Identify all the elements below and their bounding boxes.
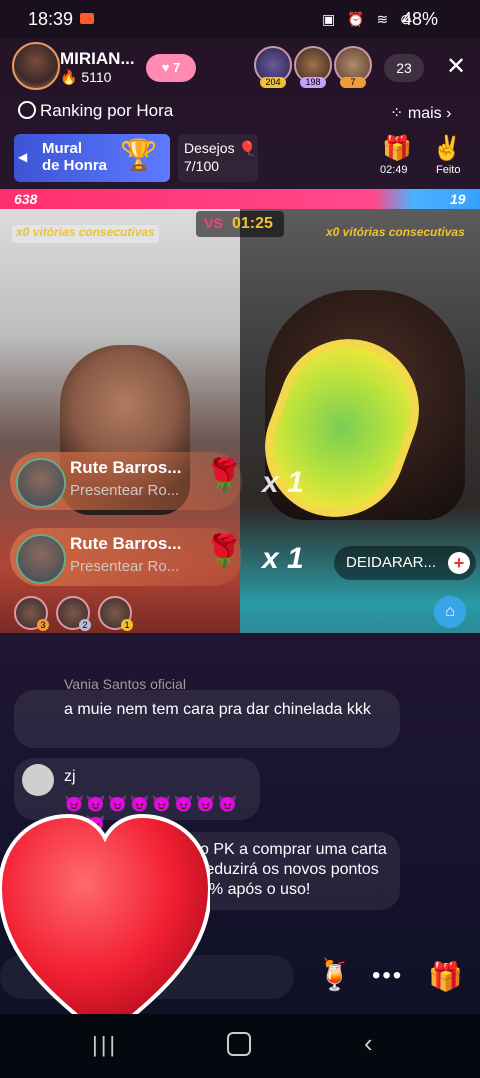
balloon-icon: 🎈 <box>238 140 256 156</box>
flame-icon: 🔥 <box>60 69 78 85</box>
chat-user-avatar[interactable] <box>22 764 54 796</box>
gift-sender-avatar[interactable] <box>16 458 66 508</box>
viewer-count[interactable]: 23 <box>384 54 424 82</box>
more-options-icon[interactable]: ••• <box>372 962 403 990</box>
left-win-streak: x0 vitórias consecutivas <box>12 225 159 243</box>
chat-message: a muie nem tem cara pra dar chinelada kk… <box>14 690 400 748</box>
desejos-label-text: Desejos <box>184 140 235 156</box>
mural-title-line1: Mural <box>42 140 83 157</box>
chat-user-name[interactable]: zj <box>64 768 76 786</box>
gifter-rank: 3 <box>37 619 49 631</box>
feito-task-icon[interactable]: ✌ <box>432 134 462 163</box>
viewer-badge: 204 <box>260 77 286 88</box>
status-time: 18:39 <box>28 9 74 29</box>
mystery-gift-box-icon[interactable]: 🎁 <box>380 134 414 166</box>
rose-icon: 🌹 <box>204 457 244 493</box>
gifter-rank: 1 <box>121 619 133 631</box>
viewer-avatar[interactable]: 7 <box>334 46 372 88</box>
host-fans: 🔥 5110 <box>60 69 111 86</box>
rose-icon: 🌹 <box>204 533 244 569</box>
recent-apps-icon[interactable]: ||| <box>92 1032 118 1058</box>
chevron-left-icon[interactable]: ◀ <box>18 150 27 164</box>
pk-right-score: 19 <box>450 191 466 207</box>
viewer-avatar[interactable]: 198 <box>294 46 332 88</box>
pk-timer-box: VS 01:25 <box>196 211 284 237</box>
viewer-badge: 7 <box>340 77 366 88</box>
gift-description: Presentear Ro... <box>70 482 180 499</box>
battery-level: 48% <box>402 9 439 29</box>
host-avatar[interactable] <box>12 42 60 90</box>
gift-multiplier: x 1 <box>262 542 304 575</box>
opponent-name: DEIDARAR... <box>346 554 437 571</box>
heart-wings-icon: ♥ <box>161 60 170 75</box>
desejos-label: Desejos 🎈 <box>184 140 256 157</box>
desejos-panel[interactable]: Desejos 🎈 7/100 <box>178 134 258 182</box>
gift-sender-avatar[interactable] <box>16 534 66 584</box>
trophy-icon: 🏆 <box>120 139 158 172</box>
follow-badge-count: 7 <box>173 60 181 75</box>
follow-heart-button[interactable]: ♥ 7 <box>146 54 196 82</box>
host-name[interactable]: MIRIAN... <box>60 49 135 69</box>
gift-box-timer: 02:49 <box>380 164 408 176</box>
seat-icon[interactable]: ⌂ <box>434 596 466 628</box>
mural-title-line2: de Honra <box>42 157 108 174</box>
mural-de-honra-banner[interactable]: ◀ Mural de Honra 🏆 <box>14 134 170 182</box>
top-gifter-avatar[interactable]: 3 <box>14 596 49 631</box>
feito-label: Feito <box>436 164 461 176</box>
chat-message-text: o PK a comprar uma carta reduzirá os nov… <box>200 841 387 898</box>
heart-animation <box>0 813 210 1041</box>
gift-sender-name: Rute Barros... <box>70 534 182 553</box>
plus-icon[interactable]: + <box>448 552 470 574</box>
more-label: mais <box>407 105 442 122</box>
back-icon[interactable]: ‹ <box>364 1028 373 1059</box>
clock-icon <box>18 101 36 119</box>
screen-record-icon <box>80 13 94 24</box>
more-button[interactable]: ⁘ mais › <box>390 103 451 123</box>
drink-icon[interactable]: 🍹 <box>316 958 353 993</box>
gift-icon[interactable]: 🎁 <box>428 960 463 993</box>
viewer-badge: 198 <box>300 77 326 88</box>
pk-timer: 01:25 <box>232 215 273 232</box>
top-gifter-avatar[interactable]: 2 <box>56 596 91 631</box>
top-gifter-avatar[interactable]: 1 <box>98 596 133 631</box>
desejos-count: 7/100 <box>184 158 220 174</box>
grid-icon: ⁘ <box>390 105 404 122</box>
viewer-avatar[interactable]: 204 <box>254 46 292 88</box>
chevron-right-icon: › <box>446 105 452 122</box>
chat-message-text: a muie nem tem cara pra dar chinelada kk… <box>64 701 371 718</box>
gifter-rank: 2 <box>79 619 91 631</box>
pk-left-score: 638 <box>14 191 38 207</box>
right-win-streak: x0 vitórias consecutivas <box>326 225 465 239</box>
ranking-hour-link[interactable]: Ranking por Hora <box>40 101 173 121</box>
home-icon[interactable] <box>227 1032 251 1056</box>
host-fans-count: 5110 <box>81 69 112 85</box>
gift-sender-name: Rute Barros... <box>70 458 182 477</box>
opponent-follow-pill[interactable]: DEIDARAR... + <box>334 546 476 580</box>
close-icon[interactable]: ✕ <box>446 52 466 81</box>
pk-score-bar <box>0 189 480 209</box>
gift-multiplier: x 1 <box>262 466 304 499</box>
gift-description: Presentear Ro... <box>70 558 180 575</box>
vs-icon: VS <box>204 215 223 231</box>
mural-title: Mural de Honra <box>42 140 107 174</box>
